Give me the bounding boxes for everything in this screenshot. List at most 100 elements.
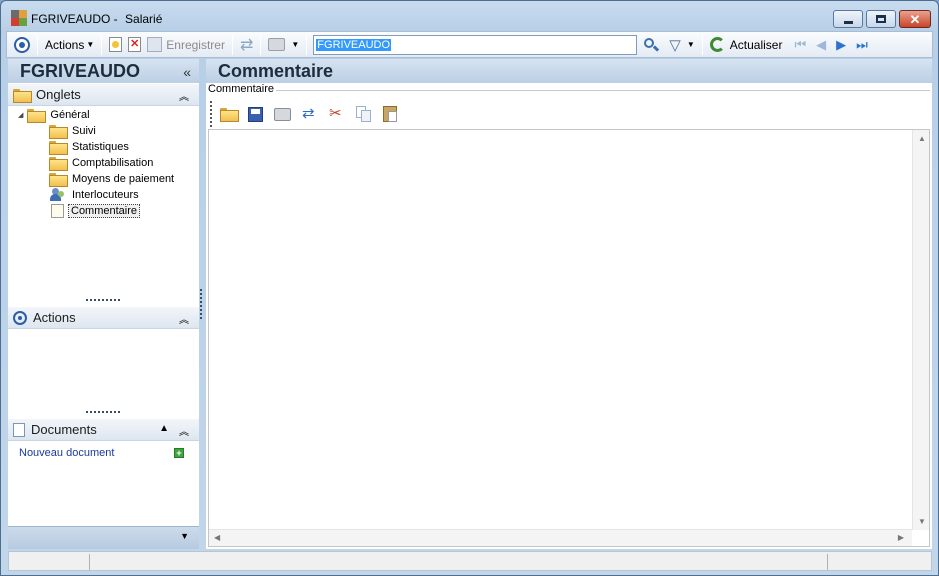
collapse-panel-icon[interactable]: « (183, 60, 191, 84)
close-button[interactable]: ✕ (899, 10, 931, 28)
tree-item-suivi[interactable]: Suivi (8, 123, 199, 139)
status-bar (8, 551, 932, 571)
toolbar-separator (37, 34, 38, 55)
new-document-link[interactable]: Nouveau document (19, 447, 114, 459)
scroll-down-icon[interactable]: ▼ (918, 517, 926, 526)
scroll-right-icon[interactable]: ▶ (898, 533, 904, 542)
tree-item-general[interactable]: ◢ Général (8, 107, 199, 123)
search-input[interactable]: FGRIVEAUDO (313, 34, 638, 55)
search-button[interactable] (640, 34, 662, 56)
printer-icon (268, 38, 286, 51)
folder-icon (49, 125, 68, 139)
contacts-icon (49, 188, 66, 202)
save-icon[interactable] (248, 106, 263, 122)
maximize-icon (876, 15, 886, 23)
tree-item-moyens-de-paiement[interactable]: Moyens de paiement (8, 171, 199, 187)
minimize-icon (843, 20, 853, 24)
folder-icon (49, 141, 68, 155)
new-button[interactable] (106, 34, 125, 56)
print-dropdown-button[interactable]: ▼ (288, 34, 302, 56)
tree-item-label: Général (50, 109, 90, 121)
onglets-section-header[interactable]: Onglets ︽ (8, 84, 199, 106)
toolbar-separator (101, 34, 103, 55)
tree-item-statistiques[interactable]: Statistiques (8, 139, 199, 155)
app-icon (11, 10, 27, 26)
scroll-up-icon[interactable]: ▲ (918, 134, 926, 143)
tree-item-label: Moyens de paiement (72, 173, 175, 185)
first-record-button[interactable]: ⏮ (791, 34, 809, 56)
collapse-section-icon[interactable]: ︽ (179, 423, 189, 438)
search-input-value[interactable]: FGRIVEAUDO (316, 38, 392, 51)
close-icon: ✕ (909, 11, 921, 27)
folder-icon (27, 109, 47, 123)
onglets-label: Onglets (36, 87, 81, 102)
scroll-left-icon[interactable]: ◀ (214, 533, 220, 542)
documents-section-header[interactable]: Documents ▲ ︽ (8, 419, 199, 441)
copy-icon[interactable] (356, 106, 372, 122)
note-icon (51, 204, 64, 218)
comment-editor[interactable]: ▲ ▼ ◀ ▶ (208, 129, 930, 547)
filter-button[interactable]: ▽ (666, 34, 684, 56)
minimize-button[interactable] (833, 10, 863, 28)
previous-record-icon: ◀ (816, 36, 827, 52)
open-folder-icon[interactable] (220, 108, 239, 122)
page-title: Commentaire (206, 59, 932, 83)
previous-record-button[interactable]: ◀ (813, 34, 829, 56)
scroll-up-icon[interactable]: ▲ (159, 423, 169, 434)
save-button[interactable]: Enregistrer (144, 34, 228, 56)
last-record-icon: ⏭ (856, 36, 868, 52)
horizontal-scrollbar[interactable]: ◀ ▶ (209, 529, 912, 546)
actions-section-header[interactable]: Actions ︽ (8, 307, 199, 329)
refresh-button[interactable]: Actualiser (707, 34, 786, 56)
target-icon (14, 36, 30, 53)
cut-icon[interactable]: ✂ (329, 106, 345, 122)
status-divider (89, 554, 90, 570)
tree-item-interlocuteurs[interactable]: Interlocuteurs (8, 187, 199, 203)
paste-icon[interactable] (383, 106, 397, 122)
add-icon[interactable]: + (174, 448, 184, 458)
actions-menu-button[interactable]: Actions ▼ (42, 34, 97, 56)
vertical-scrollbar[interactable]: ▲ ▼ (912, 130, 929, 530)
tree-item-commentaire[interactable]: Commentaire (8, 203, 199, 219)
tree-item-comptabilisation[interactable]: Comptabilisation (8, 155, 199, 171)
expand-down-icon[interactable]: ▼ (180, 531, 189, 541)
next-record-button[interactable]: ▶ (833, 34, 849, 56)
tabs-tree: ◢ Général Suivi Statistiques Comptabilis… (8, 107, 199, 219)
first-record-icon: ⏮ (794, 36, 807, 52)
status-divider (827, 554, 828, 570)
main-panel: Commentaire Commentaire ⇄ ✂ ▲ ▼ ◀ ▶ (206, 59, 932, 549)
sync-icon[interactable]: ⇄ (302, 106, 318, 122)
save-icon (147, 37, 163, 52)
sync-button[interactable]: ⇄ (237, 34, 256, 56)
printer-icon[interactable] (274, 107, 291, 121)
splitter-grip[interactable] (86, 411, 120, 413)
collapse-section-icon[interactable]: ︽ (179, 311, 189, 326)
folder-icon (13, 88, 32, 103)
document-icon (13, 422, 25, 437)
toolbar-separator (306, 34, 308, 55)
target-button[interactable] (11, 34, 33, 56)
documents-label: Documents (31, 422, 97, 437)
app-window: FGRIVEAUDO - Salarié ✕ Actions ▼ ✕ Enreg… (0, 0, 939, 576)
actions-label: Actions (33, 310, 76, 325)
refresh-icon (709, 37, 725, 52)
tree-item-label: Statistiques (72, 141, 129, 153)
toolbar-separator (231, 34, 233, 55)
sync-icon: ⇄ (239, 36, 254, 54)
vertical-splitter-grip[interactable] (200, 289, 202, 319)
last-record-button[interactable]: ⏭ (853, 34, 871, 56)
maximize-button[interactable] (866, 10, 896, 28)
tree-item-label: Commentaire (68, 204, 141, 218)
tree-expand-icon[interactable]: ◢ (18, 111, 23, 119)
collapse-section-icon[interactable]: ︽ (179, 88, 189, 103)
actions-menu-label: Actions (45, 37, 85, 52)
folder-icon (49, 157, 68, 171)
delete-button[interactable]: ✕ (125, 34, 144, 56)
record-title: FGRIVEAUDO (20, 61, 141, 81)
splitter-grip[interactable] (86, 299, 120, 301)
new-document-icon (109, 37, 123, 52)
record-header: FGRIVEAUDO « (8, 59, 199, 83)
print-button[interactable] (265, 34, 288, 56)
dropdown-arrow-icon: ▼ (291, 40, 300, 49)
filter-dropdown-button[interactable]: ▼ (684, 34, 698, 56)
